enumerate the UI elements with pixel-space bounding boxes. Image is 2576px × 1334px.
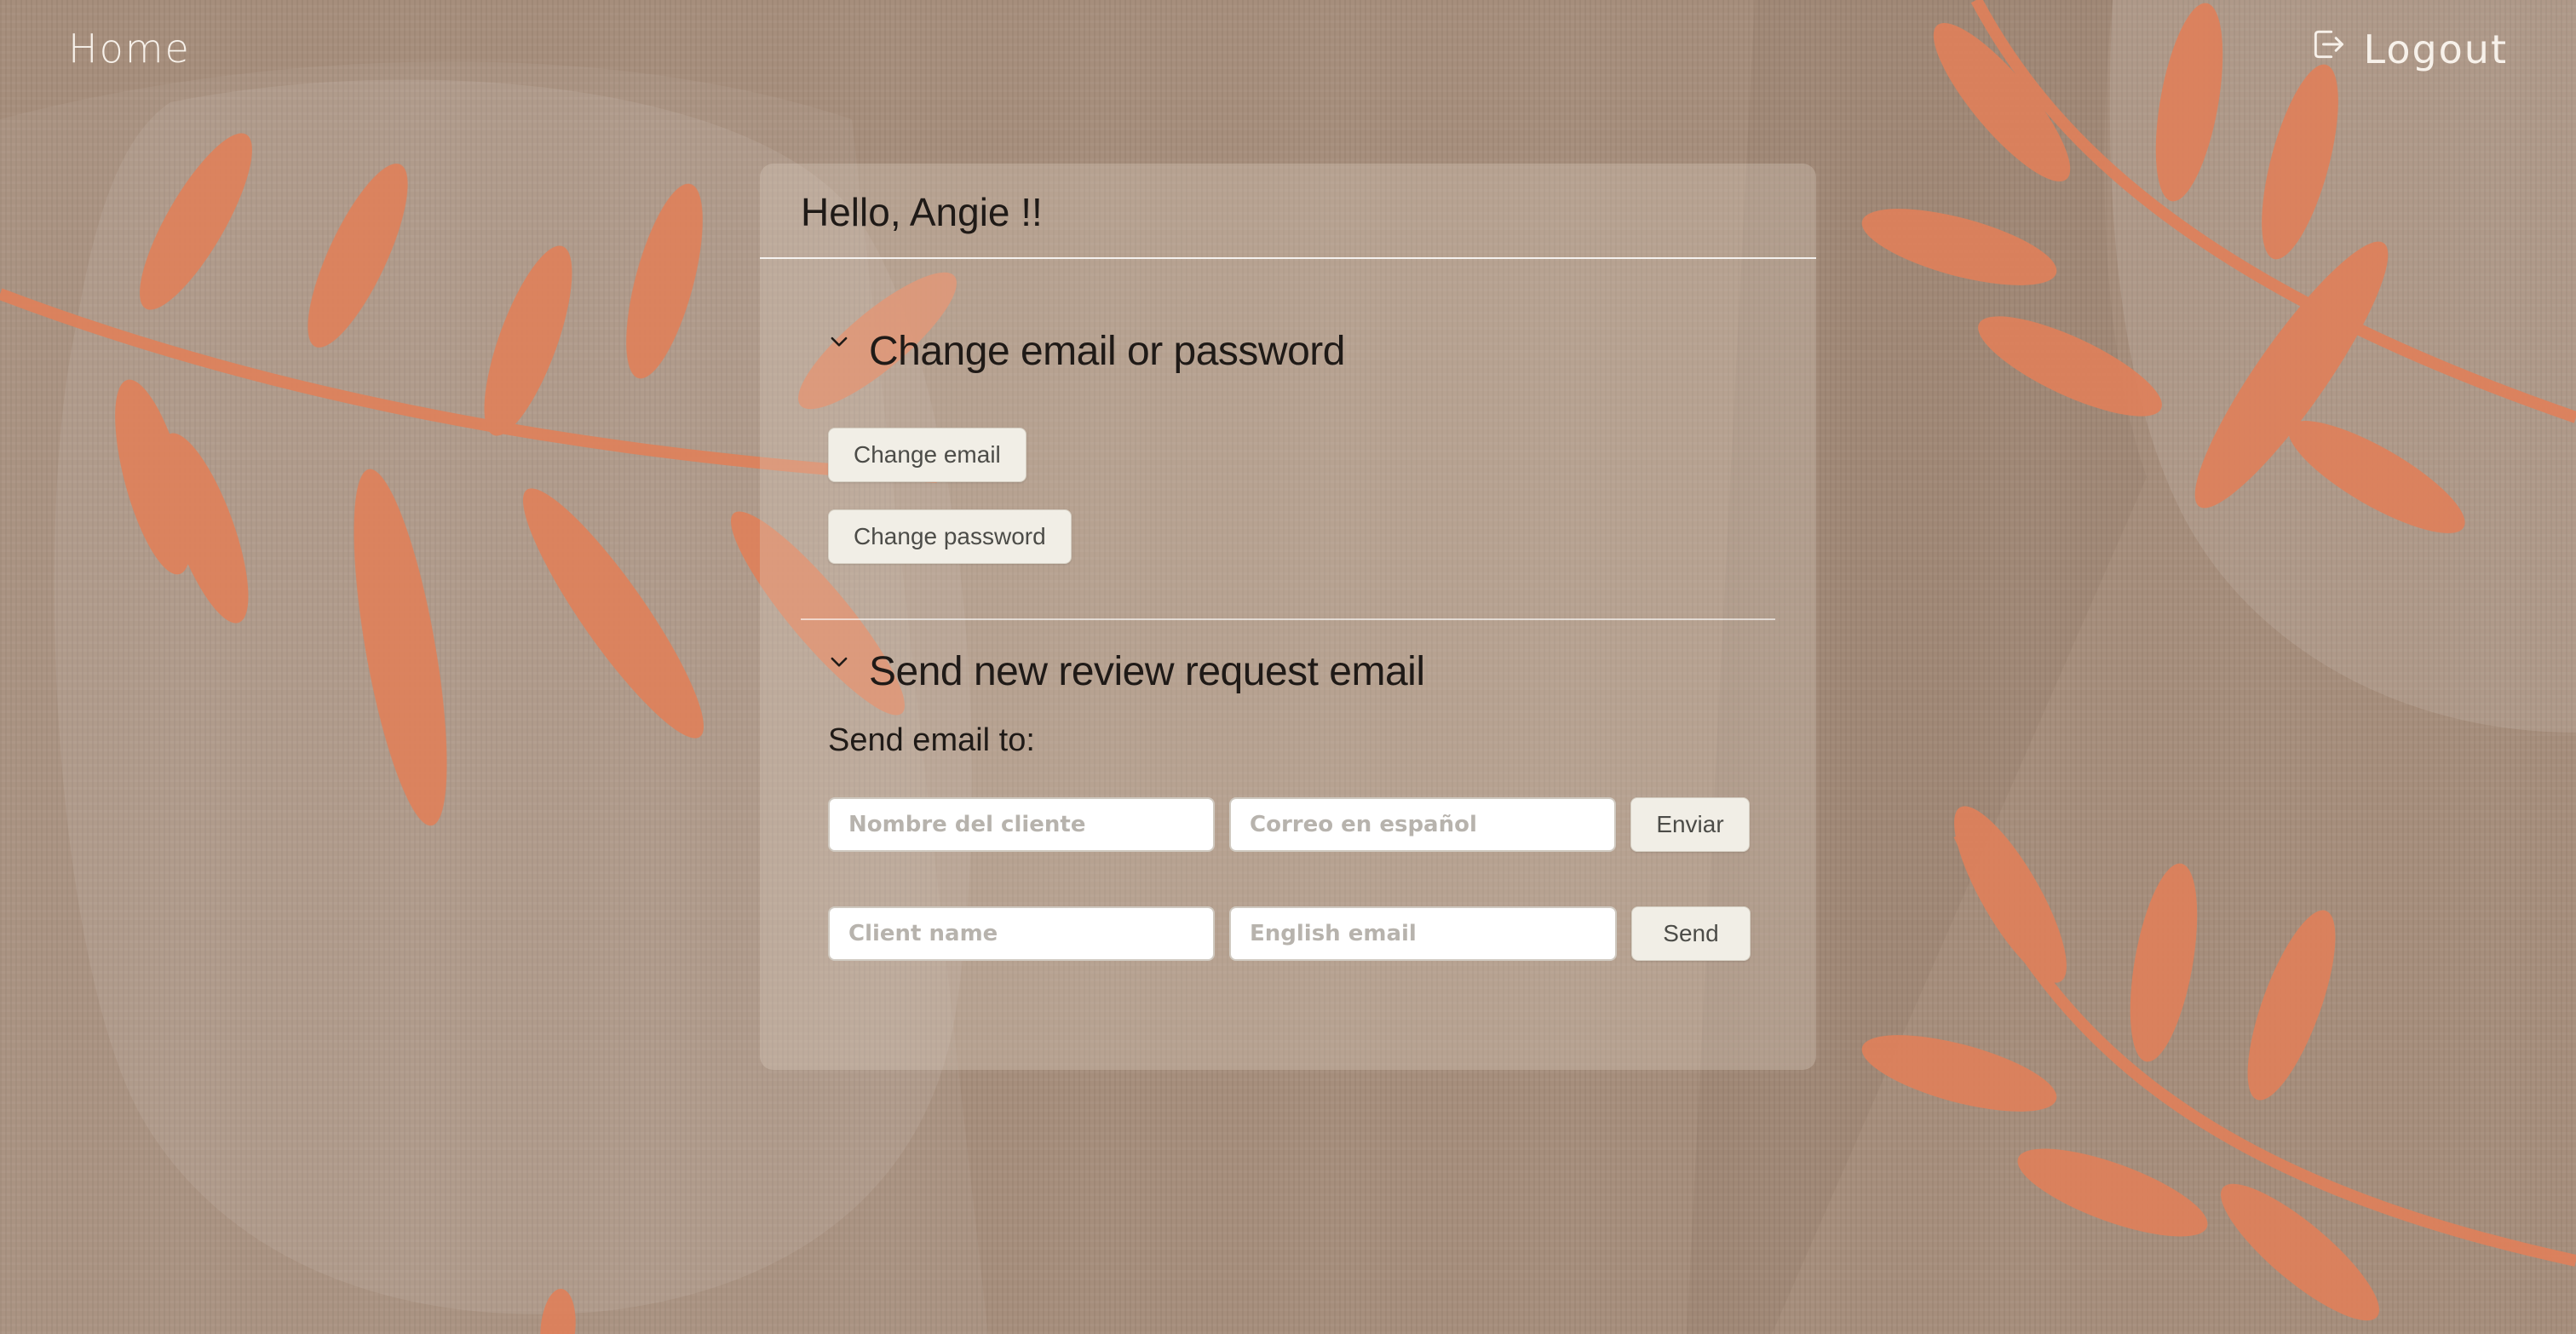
- send-button[interactable]: Send: [1631, 906, 1751, 961]
- account-card: Hello, Angie !! Change email or password…: [760, 164, 1816, 1070]
- account-settings-toggle[interactable]: Change email or password: [801, 317, 1775, 385]
- chevron-down-icon: [831, 657, 848, 667]
- logout-link[interactable]: Logout: [2309, 26, 2509, 72]
- english-email-input[interactable]: [1229, 906, 1617, 961]
- greeting-title: Hello, Angie !!: [801, 190, 1043, 234]
- logout-icon: [2309, 26, 2347, 72]
- spanish-email-input[interactable]: [1229, 797, 1616, 852]
- english-client-name-input[interactable]: [828, 906, 1215, 961]
- review-request-section: Send new review request email: [801, 637, 1775, 705]
- change-email-button[interactable]: Change email: [828, 428, 1026, 482]
- logout-label: Logout: [2363, 26, 2508, 72]
- spanish-client-name-input[interactable]: [828, 797, 1215, 852]
- top-navigation: Home Logout: [0, 0, 2576, 102]
- enviar-button[interactable]: Enviar: [1630, 797, 1750, 852]
- section-divider: [801, 618, 1775, 620]
- account-settings-section: Change email or password: [801, 317, 1775, 385]
- chevron-down-icon: [831, 336, 848, 347]
- home-link[interactable]: Home: [68, 26, 191, 72]
- card-header: Hello, Angie !!: [760, 164, 1816, 259]
- review-request-title: Send new review request email: [869, 648, 1425, 694]
- review-request-toggle[interactable]: Send new review request email: [801, 637, 1775, 705]
- account-settings-title: Change email or password: [869, 328, 1345, 374]
- change-password-button[interactable]: Change password: [828, 509, 1072, 564]
- send-email-to-label: Send email to:: [828, 722, 1035, 758]
